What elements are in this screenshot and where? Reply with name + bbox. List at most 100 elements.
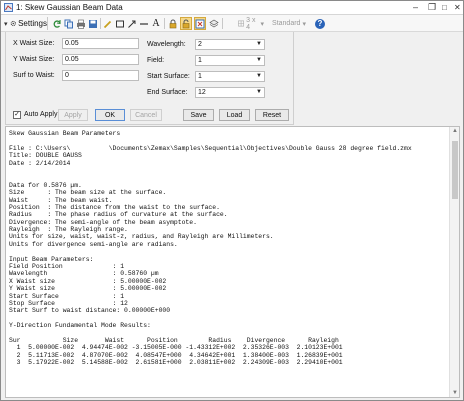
settings-label: Settings — [18, 19, 47, 28]
report-line: Data for 0.5876 µm. — [9, 181, 82, 189]
grid-layout-select[interactable]: 3 x 4 ▾ — [238, 16, 264, 31]
scroll-down-icon[interactable]: ▼ — [452, 390, 458, 396]
field-label: Field: — [147, 57, 165, 64]
report-line: Size : The beam size at the surface. — [9, 189, 167, 197]
report-line: Title: DOUBLE GAUSS — [9, 152, 82, 160]
save-settings-button[interactable]: Save — [183, 109, 214, 121]
line-button[interactable] — [138, 17, 150, 30]
copy-button[interactable] — [63, 17, 75, 30]
help-icon: ? — [315, 18, 325, 29]
report-line: Skew Gaussian Beam Parameters — [9, 130, 121, 137]
settings-button[interactable]: ▾ Settings — [4, 17, 48, 30]
arrow-button[interactable] — [126, 17, 138, 30]
zoom-fit-button[interactable] — [194, 17, 206, 30]
report-line — [9, 137, 446, 144]
report-line: Y-Direction Fundamental Mode Results: — [9, 322, 151, 330]
minimize-icon[interactable]: ‒ — [413, 2, 418, 13]
vertical-scrollbar[interactable]: ▲ ▼ — [449, 127, 459, 397]
surf-to-waist-input[interactable]: 0 — [62, 70, 139, 81]
save-button[interactable] — [87, 17, 99, 30]
field-value: 1 — [198, 57, 202, 64]
x-waist-input[interactable]: 0.05 — [62, 38, 139, 49]
print-icon — [77, 19, 85, 29]
report-line: Date : 2/14/2014 — [9, 159, 71, 167]
report-line — [9, 315, 446, 322]
ok-button[interactable]: OK — [95, 109, 125, 121]
scrollbar-thumb[interactable] — [452, 141, 458, 199]
lock-button[interactable] — [167, 17, 179, 30]
start-surface-label: Start Surface: — [147, 73, 190, 80]
gear-icon — [10, 20, 16, 27]
chevron-down-icon: ▼ — [256, 89, 262, 95]
app-icon — [4, 3, 13, 12]
lock-icon — [169, 19, 177, 28]
cancel-button[interactable]: Cancel — [130, 109, 162, 121]
rectangle-icon — [116, 20, 124, 27]
scroll-up-icon[interactable]: ▲ — [452, 128, 458, 134]
toolbar-separator — [164, 18, 165, 29]
line-icon — [140, 22, 148, 25]
draw-line-button[interactable] — [102, 17, 114, 30]
report-line: 2 5.11713E-002 4.87070E-002 4.08547E+000… — [9, 351, 343, 359]
report-line: File : C:\Users\ \Documents\Zemax\Sample… — [9, 144, 412, 152]
report-text-area[interactable]: Skew Gaussian Beam Parameters File : C:\U… — [5, 126, 460, 398]
reset-settings-button[interactable]: Reset — [255, 109, 289, 121]
restore-icon[interactable]: ❐ — [428, 2, 436, 13]
chevron-down-icon: ▼ — [256, 73, 262, 79]
refresh-button[interactable] — [51, 17, 63, 30]
report-line: Divergence: The semi-angle of the beam a… — [9, 218, 197, 226]
report-line: Y Waist size : 5.00000E-002 — [9, 285, 167, 293]
y-waist-input[interactable]: 0.05 — [62, 54, 139, 65]
report-line: Start Surface : 1 — [9, 292, 125, 300]
report-line: Stop Surface : 12 — [9, 299, 128, 307]
help-button[interactable]: ? — [314, 17, 326, 30]
settings-panel: X Waist Size: 0.05 Y Waist Size: 0.05 Su… — [5, 32, 294, 125]
x-waist-label: X Waist Size: — [13, 40, 55, 47]
report-line: Field Position : 1 — [9, 263, 125, 271]
report-line: Position : The distance from the waist t… — [9, 203, 220, 211]
report-line — [9, 167, 446, 174]
auto-apply-checkbox[interactable]: ✓ — [13, 111, 21, 119]
standard-value: Standard — [272, 20, 301, 27]
end-surface-select[interactable]: 12 ▼ — [195, 87, 265, 98]
refresh-icon — [53, 19, 61, 28]
report-line: Units for size, waist, waist-z, radius, … — [9, 233, 274, 241]
start-surface-select[interactable]: 1 ▼ — [195, 71, 265, 82]
field-select[interactable]: 1 ▼ — [195, 55, 265, 66]
grid-icon — [238, 20, 245, 27]
wavelength-select[interactable]: 2 ▼ — [195, 39, 265, 50]
report-line: Input Beam Parameters: — [9, 255, 94, 263]
end-surface-value: 12 — [198, 89, 206, 96]
report-line: Waist : The beam waist. — [9, 196, 113, 204]
report-line: Rayleigh : The Rayleigh range. — [9, 226, 128, 234]
report-line: 3 5.17922E-002 5.14588E-002 2.61581E+000… — [9, 359, 343, 367]
report-line: Start Surf to waist distance: 0.00000E+0… — [9, 307, 171, 315]
close-icon[interactable]: ✕ — [454, 2, 461, 13]
wavelength-label: Wavelength: — [147, 41, 186, 48]
grid-layout-value: 3 x 4 — [246, 16, 256, 31]
chevron-down-icon: ▼ — [256, 57, 262, 63]
print-button[interactable] — [75, 17, 87, 30]
maximize-icon[interactable]: □ — [442, 2, 447, 13]
standard-select[interactable]: Standard ▾ — [269, 17, 309, 30]
report-line: X Waist size : 5.00000E-002 — [9, 277, 167, 285]
window-title: 1: Skew Gaussian Beam Data — [16, 3, 123, 12]
auto-apply-label: Auto Apply — [24, 111, 58, 118]
lock-open-button[interactable] — [180, 17, 192, 30]
report-line: Wavelength : 0.58760 µm — [9, 270, 159, 278]
report-line — [9, 174, 446, 181]
toolbar-separator — [222, 18, 223, 29]
rectangle-button[interactable] — [114, 17, 126, 30]
report-line — [9, 330, 446, 337]
report-line: Sur Size Waist Position Radius Divergenc… — [9, 336, 339, 344]
chevron-down-icon: ▾ — [4, 20, 8, 28]
chevron-down-icon: ▾ — [260, 20, 264, 28]
load-settings-button[interactable]: Load — [219, 109, 250, 121]
apply-button[interactable]: Apply — [58, 109, 88, 121]
title-bar: 1: Skew Gaussian Beam Data ‒ ❐ □ ✕ — [1, 1, 463, 15]
skew-gaussian-beam-window: 1: Skew Gaussian Beam Data ‒ ❐ □ ✕ ▾ Set… — [0, 0, 464, 401]
start-surface-value: 1 — [198, 73, 202, 80]
text-icon[interactable]: A — [150, 17, 162, 30]
floppy-icon — [89, 19, 97, 28]
layers-button[interactable] — [208, 17, 220, 30]
